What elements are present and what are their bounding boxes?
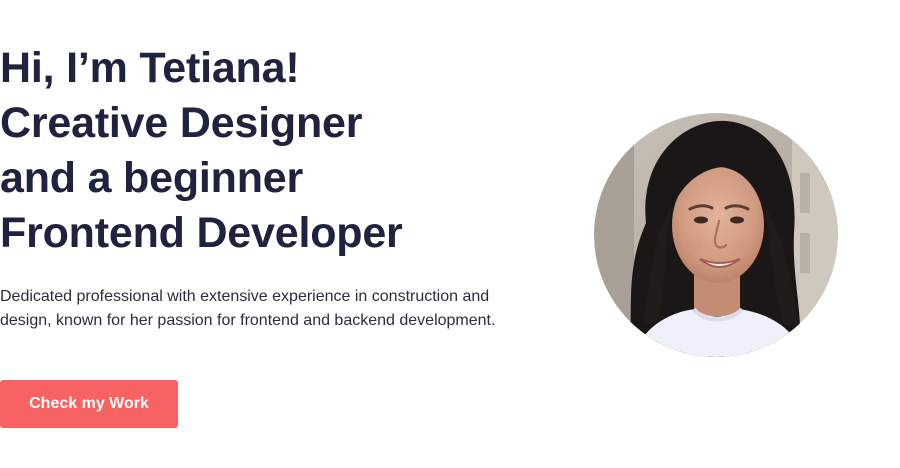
check-my-work-button[interactable]: Check my Work (0, 380, 178, 428)
headline-line-connector: and a beginner (0, 154, 304, 202)
hero-section: Hi, I’m Tetiana! Creative Designer and a… (0, 0, 900, 468)
headline-line-role: Creative Designer (0, 99, 363, 147)
headline-line-greeting: Hi, I’m Tetiana! (0, 44, 300, 92)
headline-line-developer: Frontend Developer (0, 209, 403, 257)
profile-photo (594, 113, 838, 357)
hero-intro-text: Dedicated professional with extensive ex… (0, 288, 496, 329)
hero-headline: Hi, I’m Tetiana! Creative Designer and a… (0, 41, 403, 261)
